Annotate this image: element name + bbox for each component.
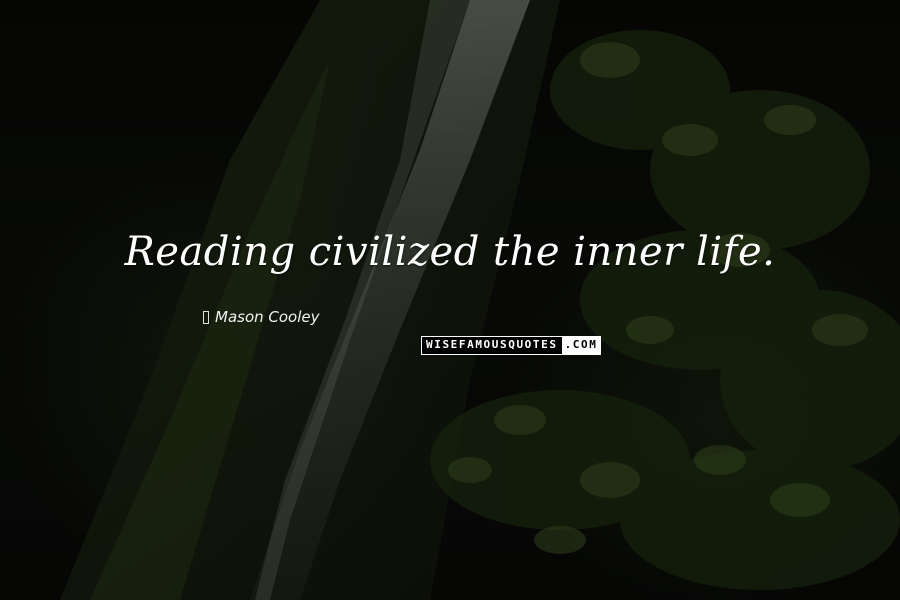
quote-text: Reading civilized the inner life. (124, 229, 776, 275)
quote-card: Reading civilized the inner life. Mason … (0, 0, 900, 600)
background-photo (0, 0, 900, 600)
missing-glyph-icon (203, 310, 209, 324)
author-name: Mason Cooley (215, 308, 320, 326)
watermark-main: WISEFAMOUSQUOTES (422, 337, 562, 354)
watermark-logo: WISEFAMOUSQUOTES .COM (421, 336, 602, 355)
author-line: Mason Cooley (203, 308, 320, 326)
watermark-tld: .COM (561, 337, 601, 354)
